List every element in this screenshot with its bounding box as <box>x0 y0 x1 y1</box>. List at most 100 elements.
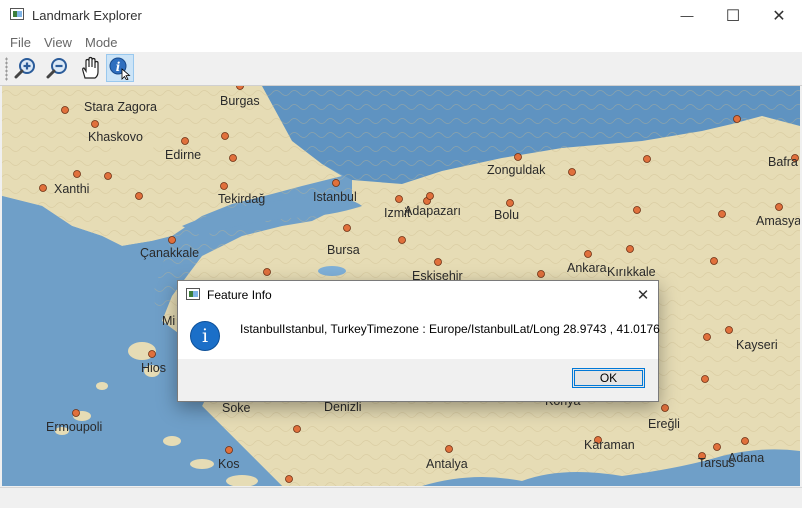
label-kirikkale: Kırıkkale <box>607 265 656 279</box>
landmark-marker[interactable] <box>285 475 293 483</box>
landmark-marker[interactable] <box>643 155 651 163</box>
close-icon: ✕ <box>772 7 786 25</box>
landmark-marker[interactable] <box>434 258 442 266</box>
pan-button[interactable] <box>76 54 104 82</box>
label-edirne: Edirne <box>165 148 201 162</box>
info-pointer-icon: i <box>109 57 131 80</box>
landmark-marker[interactable] <box>221 132 229 140</box>
feature-info-dialog: Feature Info ✕ i IstanbulIstanbul, Turke… <box>177 280 660 402</box>
landmark-marker[interactable] <box>61 106 69 114</box>
zoom-out-button[interactable] <box>44 54 72 82</box>
landmark-marker[interactable] <box>701 375 709 383</box>
landmark-marker[interactable] <box>135 192 143 200</box>
landmark-marker[interactable] <box>148 350 156 358</box>
minimize-icon: — <box>680 8 694 23</box>
island-kos <box>190 459 214 469</box>
label-mi: Mi <box>162 314 175 328</box>
label-xanthi: Xanthi <box>54 182 89 196</box>
landmark-marker[interactable] <box>343 224 351 232</box>
landmark-marker[interactable] <box>733 115 741 123</box>
svg-text:i: i <box>116 60 121 74</box>
landmark-marker[interactable] <box>568 168 576 176</box>
label-bursa: Bursa <box>327 243 360 257</box>
landmark-marker[interactable] <box>181 137 189 145</box>
ok-button[interactable]: OK <box>572 368 645 388</box>
landmark-marker[interactable] <box>725 326 733 334</box>
landmark-marker[interactable] <box>91 120 99 128</box>
landmark-marker[interactable] <box>514 153 522 161</box>
dialog-app-icon <box>186 288 200 300</box>
landmark-marker[interactable] <box>775 203 783 211</box>
label-antalya: Antalya <box>426 457 468 471</box>
label-tekirdag: Tekirdağ <box>218 192 265 206</box>
zoom-out-icon <box>46 58 67 79</box>
landmark-marker[interactable] <box>398 236 406 244</box>
landmark-marker[interactable] <box>713 443 721 451</box>
menu-mode[interactable]: Mode <box>85 35 118 50</box>
zoom-in-icon <box>14 58 35 79</box>
label-stara-zagora: Stara Zagora <box>84 100 157 114</box>
landmark-marker[interactable] <box>220 182 228 190</box>
landmark-marker[interactable] <box>225 446 233 454</box>
menu-view[interactable]: View <box>44 35 72 50</box>
maximize-button[interactable]: ☐ <box>710 0 756 31</box>
label-khaskovo: Khaskovo <box>88 130 143 144</box>
landmark-marker[interactable] <box>718 210 726 218</box>
label-soke: Soke <box>222 401 251 415</box>
app-icon <box>10 8 24 20</box>
landmark-marker[interactable] <box>445 445 453 453</box>
label-hios: Hios <box>141 361 166 375</box>
label-tarsus: Tarsus <box>698 456 735 470</box>
label-ankara: Ankara <box>567 261 607 275</box>
label-kos: Kos <box>218 457 240 471</box>
window-title: Landmark Explorer <box>32 8 142 23</box>
label-eregli: Ereğli <box>648 417 680 431</box>
label-adapazari: Adapazarı <box>404 204 461 218</box>
landmark-marker[interactable] <box>633 206 641 214</box>
label-ermoupoli: Ermoupoli <box>46 420 102 434</box>
lake-iznik <box>318 266 346 276</box>
landmark-marker[interactable] <box>626 245 634 253</box>
dialog-close-button[interactable]: ✕ <box>628 281 658 309</box>
info-icon: i <box>190 321 220 351</box>
label-istanbul: Istanbul <box>313 190 357 204</box>
island <box>163 436 181 446</box>
landmark-marker[interactable] <box>661 404 669 412</box>
island <box>96 382 108 390</box>
landmark-marker[interactable] <box>168 236 176 244</box>
landmark-marker[interactable] <box>332 179 340 187</box>
landmark-marker[interactable] <box>506 199 514 207</box>
status-bar <box>0 487 802 508</box>
info-glyph: i <box>201 325 209 347</box>
maximize-icon: ☐ <box>725 7 741 25</box>
landmark-marker[interactable] <box>72 409 80 417</box>
dialog-title: Feature Info <box>207 288 272 302</box>
label-kayseri: Kayseri <box>736 338 778 352</box>
landmark-marker[interactable] <box>710 257 718 265</box>
landmark-marker[interactable] <box>293 425 301 433</box>
menu-file[interactable]: File <box>10 35 31 50</box>
landmark-marker[interactable] <box>229 154 237 162</box>
landmark-marker[interactable] <box>104 172 112 180</box>
landmark-marker[interactable] <box>39 184 47 192</box>
landmark-marker[interactable] <box>584 250 592 258</box>
label-karaman: Karaman <box>584 438 635 452</box>
info-tool-button[interactable]: i <box>106 54 134 82</box>
landmark-marker[interactable] <box>236 86 244 90</box>
toolbar-grip[interactable] <box>5 57 8 81</box>
minimize-button[interactable]: — <box>664 0 710 31</box>
landmark-marker[interactable] <box>703 333 711 341</box>
landmark-marker[interactable] <box>741 437 749 445</box>
landmark-marker[interactable] <box>395 195 403 203</box>
landmark-marker[interactable] <box>73 170 81 178</box>
zoom-in-button[interactable] <box>12 54 40 82</box>
close-button[interactable]: ✕ <box>756 0 802 31</box>
landmark-marker[interactable] <box>537 270 545 278</box>
dialog-message: IstanbulIstanbul, TurkeyTimezone : Europ… <box>240 322 660 336</box>
landmark-marker[interactable] <box>426 192 434 200</box>
label-bafra: Bafra <box>768 155 798 169</box>
label-burgas: Burgas <box>220 94 260 108</box>
landmark-marker[interactable] <box>263 268 271 276</box>
menu-bar: File View Mode <box>0 31 802 52</box>
title-bar: Landmark Explorer — ☐ ✕ <box>0 0 802 31</box>
